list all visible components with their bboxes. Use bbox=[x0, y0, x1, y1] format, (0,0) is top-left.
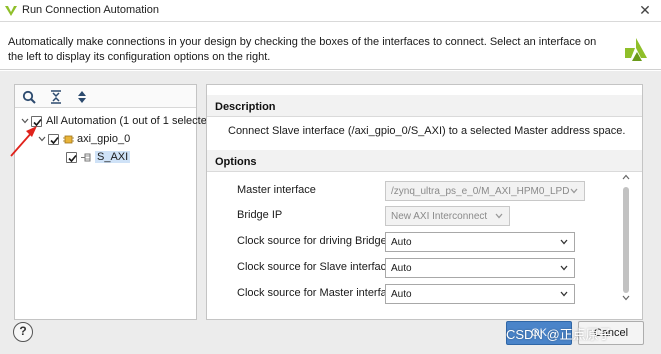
options-header: Options bbox=[207, 150, 642, 172]
chevron-down-icon bbox=[570, 188, 578, 194]
all-automation-checkbox[interactable] bbox=[31, 115, 42, 127]
option-clock-master: Clock source for Master interface Auto bbox=[237, 284, 617, 304]
all-automation-label: All Automation (1 out of 1 selected) bbox=[46, 115, 217, 127]
chevron-down-icon bbox=[560, 291, 568, 297]
axi-gpio-label: axi_gpio_0 bbox=[77, 133, 131, 145]
master-interface-value: /zynq_ultra_ps_e_0/M_AXI_HPM0_LPD bbox=[391, 186, 570, 197]
details-panel: Description Connect Slave interface (/ax… bbox=[206, 84, 643, 320]
clock-bridge-value: Auto bbox=[391, 237, 412, 248]
scrollbar-thumb[interactable] bbox=[623, 187, 629, 293]
option-bridge-ip: Bridge IP New AXI Interconnect bbox=[237, 206, 617, 226]
option-label: Master interface bbox=[237, 184, 316, 196]
ip-block-icon bbox=[63, 135, 74, 143]
connection-description: Connect Slave interface (/axi_gpio_0/S_A… bbox=[228, 125, 626, 137]
dialog-body: All Automation (1 out of 1 selected) axi… bbox=[0, 71, 661, 354]
tree-row-all-automation[interactable]: All Automation (1 out of 1 selected) bbox=[20, 113, 217, 129]
dialog-description: Automatically make connections in your d… bbox=[8, 36, 597, 63]
tree-row-axi-gpio[interactable]: axi_gpio_0 bbox=[37, 131, 130, 147]
tree-row-s-axi[interactable]: S_AXI bbox=[65, 149, 131, 165]
clock-slave-select[interactable]: Auto bbox=[385, 258, 575, 278]
clock-slave-value: Auto bbox=[391, 263, 412, 274]
chevron-down-icon bbox=[495, 213, 503, 219]
tree-toolbar bbox=[15, 85, 196, 108]
clock-master-value: Auto bbox=[391, 289, 412, 300]
s-axi-label: S_AXI bbox=[95, 151, 131, 163]
chevron-down-icon[interactable] bbox=[37, 131, 47, 147]
expand-all-icon[interactable] bbox=[74, 89, 90, 105]
master-interface-select[interactable]: /zynq_ultra_ps_e_0/M_AXI_HPM0_LPD bbox=[385, 181, 585, 201]
option-clock-slave: Clock source for Slave interface Auto bbox=[237, 258, 617, 278]
option-label: Clock source for driving Bridge IP bbox=[237, 235, 401, 247]
title-bar: Run Connection Automation ✕ bbox=[0, 0, 661, 22]
chevron-down-icon bbox=[560, 239, 568, 245]
option-clock-bridge: Clock source for driving Bridge IP Auto bbox=[237, 232, 617, 252]
clock-master-select[interactable]: Auto bbox=[385, 284, 575, 304]
close-icon[interactable]: ✕ bbox=[637, 2, 653, 18]
scroll-down-icon[interactable] bbox=[620, 294, 632, 304]
search-icon[interactable] bbox=[21, 89, 37, 105]
clock-bridge-select[interactable]: Auto bbox=[385, 232, 575, 252]
vivado-logo-icon bbox=[625, 38, 647, 61]
description-header: Description bbox=[207, 95, 642, 117]
option-label: Clock source for Master interface bbox=[237, 287, 399, 299]
option-label: Clock source for Slave interface bbox=[237, 261, 393, 273]
bus-interface-icon bbox=[81, 153, 91, 161]
vivado-app-icon bbox=[5, 6, 17, 16]
scroll-up-icon[interactable] bbox=[620, 173, 632, 183]
dialog-header: Automatically make connections in your d… bbox=[0, 22, 661, 70]
axi-gpio-checkbox[interactable] bbox=[48, 133, 59, 145]
s-axi-checkbox[interactable] bbox=[66, 151, 77, 163]
watermark: CSDN @正点原子 bbox=[506, 327, 612, 342]
bridge-ip-value: New AXI Interconnect bbox=[391, 211, 488, 222]
options-scrollbar[interactable] bbox=[620, 173, 632, 305]
option-master-interface: Master interface /zynq_ultra_ps_e_0/M_AX… bbox=[237, 181, 617, 201]
chevron-down-icon bbox=[560, 265, 568, 271]
window-title: Run Connection Automation bbox=[22, 4, 159, 16]
chevron-down-icon[interactable] bbox=[20, 113, 30, 129]
collapse-all-icon[interactable] bbox=[48, 89, 64, 105]
bridge-ip-select[interactable]: New AXI Interconnect bbox=[385, 206, 510, 226]
help-button[interactable]: ? bbox=[13, 322, 33, 342]
interface-tree-panel: All Automation (1 out of 1 selected) axi… bbox=[14, 84, 217, 320]
option-label: Bridge IP bbox=[237, 209, 283, 221]
